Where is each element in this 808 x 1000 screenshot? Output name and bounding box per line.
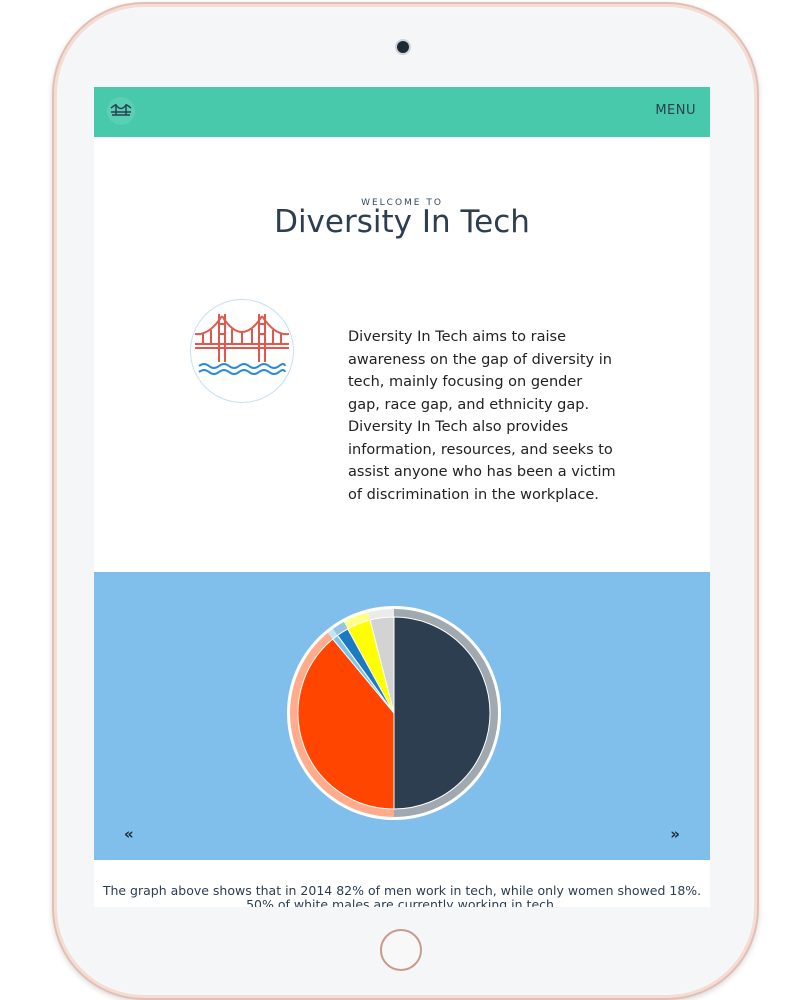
- page-title: Diversity In Tech: [274, 204, 530, 240]
- chart-caption: The graph above shows that in 2014 82% o…: [102, 883, 702, 908]
- camera-icon: [397, 41, 409, 53]
- chart-carousel: « »: [94, 572, 710, 860]
- carousel-prev-button[interactable]: «: [124, 825, 134, 843]
- bridge-logo-icon[interactable]: [107, 97, 135, 125]
- diversity-pie-chart: [287, 606, 501, 820]
- intro-paragraph: Diversity In Tech aims to raise awarenes…: [348, 329, 616, 503]
- golden-gate-bridge-icon: [190, 299, 294, 403]
- menu-button[interactable]: MENU: [655, 103, 696, 118]
- carousel-next-button[interactable]: »: [670, 825, 680, 843]
- top-navbar: MENU: [94, 87, 710, 137]
- home-button[interactable]: [380, 929, 422, 971]
- screen: MENU WELCOME TO Diversity In Tech Divers…: [94, 87, 710, 907]
